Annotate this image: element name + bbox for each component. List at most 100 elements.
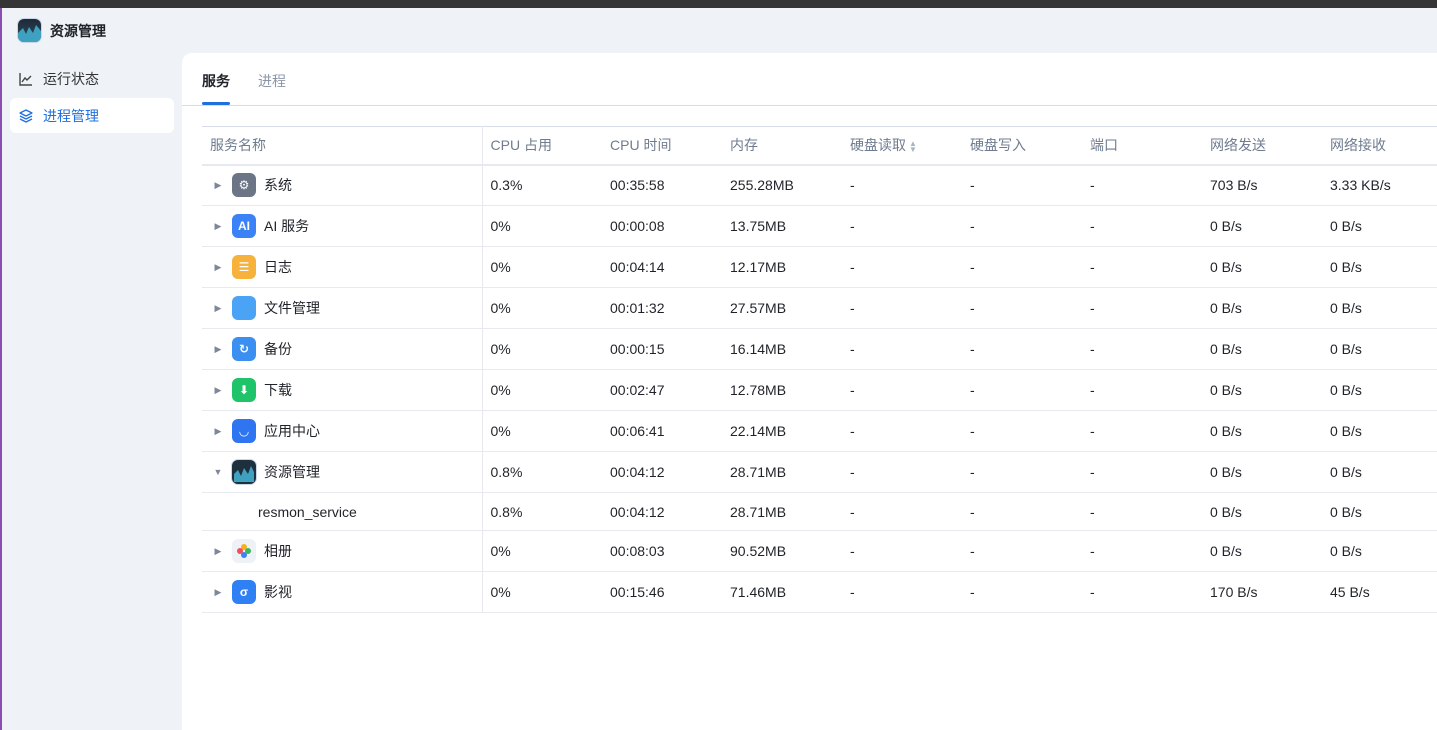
table-row[interactable]: ▶ ⚙ 系统 0.3% 00:35:58 255.28MB - - -703 B/s 3.33 K… (202, 164, 1437, 206)
table-row[interactable]: ▼ 资源管理 0.8% 00:04:12 28.71MB - - -0 B/s 0 B/s (202, 451, 1437, 493)
service-name: 备份 (264, 341, 292, 357)
service-name-cell: ▶ ⚙ 系统 (202, 164, 483, 206)
port-cell: - (1082, 571, 1202, 613)
expand-arrow-icon[interactable]: ▶ (208, 221, 228, 232)
app-title: 资源管理 (50, 22, 106, 39)
memory-cell: 13.75MB (722, 205, 842, 247)
net-send-cell: 170 B/s (1202, 571, 1322, 613)
column-header-disk-read[interactable]: 硬盘读取 ▲ ▼ (842, 126, 962, 166)
column-header-port[interactable]: 端口 (1082, 126, 1202, 166)
net-send-cell: 0 B/s (1202, 246, 1322, 288)
expand-arrow-icon[interactable]: ▶ (208, 426, 228, 437)
column-header-net-receive[interactable]: 网络接收 (1322, 126, 1437, 166)
column-label: 服务名称 (210, 137, 266, 154)
expand-arrow-icon[interactable]: ▶ (208, 587, 228, 598)
column-label: 硬盘读取 (850, 137, 906, 154)
table-row[interactable]: ▶ 文件管理 0% 00:01:32 27.57MB - - -0 B/s 0 B/s (202, 287, 1437, 329)
tab-bar: 服务 进程 (202, 53, 286, 105)
tab-services[interactable]: 服务 (202, 53, 230, 105)
cpu-usage-cell: 0% (482, 410, 602, 452)
sidebar: 运行状态 进程管理 (10, 61, 174, 135)
service-name-cell: ▶ ☰ 日志 (202, 246, 483, 288)
service-name: 下载 (264, 382, 292, 398)
collapse-arrow-icon[interactable]: ▼ (208, 467, 228, 477)
service-name: 系统 (264, 177, 292, 194)
service-name-cell: ▶ ◡ 应用中心 (202, 410, 483, 452)
table-row[interactable]: ▶ AI AI 服务 0% 00:00:08 13.75MB - - -0 B/s 0 B/s (202, 205, 1437, 247)
window-edge (0, 8, 2, 730)
column-label: 硬盘写入 (970, 137, 1026, 154)
table-row[interactable]: ▶ ⬇ 下载 0% 00:02:47 12.78MB - - -0 B/s 0 B/s (202, 369, 1437, 411)
memory-cell: 71.46MB (722, 571, 842, 613)
service-name-cell: ▶ σ 影视 (202, 571, 483, 613)
cpu-usage-cell: 0.3% (482, 164, 602, 206)
expand-arrow-icon[interactable]: ▶ (208, 546, 228, 557)
disk-write-cell: - (962, 369, 1082, 411)
sidebar-item-label: 进程管理 (43, 107, 99, 124)
cpu-time-cell: 00:08:03 (602, 530, 722, 572)
log-icon: ☰ (232, 255, 256, 279)
expand-arrow-icon[interactable]: ▶ (208, 385, 228, 396)
cpu-usage-cell: 0% (482, 571, 602, 613)
expand-arrow-icon[interactable]: ▶ (208, 303, 228, 314)
services-table: 服务名称 CPU 占用 CPU 时间 内存 硬盘读取 ▲ ▼ 硬盘写入 端口 网络发送 网络接收 ▶… (202, 126, 1437, 613)
net-send-cell: 0 B/s (1202, 369, 1322, 411)
table-row[interactable]: ▶ ↻ 备份 0% 00:00:15 16.14MB - - -0 B/s 0 B/s (202, 328, 1437, 370)
column-label: 网络发送 (1210, 137, 1266, 154)
port-cell: - (1082, 246, 1202, 288)
port-cell: - (1082, 164, 1202, 206)
net-receive-cell: 45 B/s (1322, 571, 1437, 613)
window-top-bar (0, 0, 1437, 8)
expand-arrow-icon[interactable]: ▶ (208, 344, 228, 355)
column-header-disk-write[interactable]: 硬盘写入 (962, 126, 1082, 166)
table-row[interactable]: ▶ σ 影视 0% 00:15:46 71.46MB - - -170 B/s 45 B/s (202, 571, 1437, 613)
sidebar-item-process-management[interactable]: 进程管理 (10, 98, 174, 133)
app-header: 资源管理 (18, 19, 106, 42)
disk-write-cell: - (962, 410, 1082, 452)
disk-read-cell: - (842, 492, 962, 531)
tab-processes[interactable]: 进程 (258, 53, 286, 105)
column-header-cpu-time[interactable]: CPU 时间 (602, 126, 722, 166)
column-header-memory[interactable]: 内存 (722, 126, 842, 166)
disk-write-cell: - (962, 492, 1082, 531)
sidebar-item-status[interactable]: 运行状态 (10, 61, 174, 96)
service-name-cell: ▼ 资源管理 (202, 451, 483, 493)
disk-write-cell: - (962, 571, 1082, 613)
disk-read-cell: - (842, 287, 962, 329)
disk-write-cell: - (962, 205, 1082, 247)
column-label: 内存 (730, 137, 758, 154)
column-header-cpu-usage[interactable]: CPU 占用 (482, 126, 602, 166)
column-label: CPU 占用 (490, 137, 552, 154)
cpu-time-cell: 00:35:58 (602, 164, 722, 206)
expand-arrow-icon[interactable]: ▶ (208, 180, 228, 191)
table-row[interactable]: ▶ ☰ 日志 0% 00:04:14 12.17MB - - -0 B/s 0 B/s (202, 246, 1437, 288)
store-icon: ◡ (232, 419, 256, 443)
memory-cell: 12.78MB (722, 369, 842, 411)
cpu-time-cell: 00:04:14 (602, 246, 722, 288)
cpu-time-cell: 00:04:12 (602, 492, 722, 531)
main-panel: 服务 进程 服务名称 CPU 占用 CPU 时间 内存 硬盘读取 ▲ ▼ 硬盘写入 端口 网络发送… (182, 53, 1437, 730)
service-name: 资源管理 (264, 464, 320, 480)
service-name-cell: ▶ 文件管理 (202, 287, 483, 329)
net-send-cell: 703 B/s (1202, 164, 1322, 206)
service-name: resmon_service (258, 503, 357, 520)
disk-read-cell: - (842, 205, 962, 247)
disk-read-cell: - (842, 571, 962, 613)
service-name-cell: ▶ ↻ 备份 (202, 328, 483, 370)
table-row[interactable]: resmon_service 0.8% 00:04:12 28.71MB - - -0 B/… (202, 492, 1437, 531)
cpu-usage-cell: 0% (482, 287, 602, 329)
table-row[interactable]: ▶ ◡ 应用中心 0% 00:06:41 22.14MB - - -0 B/s 0 B/s (202, 410, 1437, 452)
column-header-service-name[interactable]: 服务名称 (202, 126, 483, 166)
sort-icon[interactable]: ▲ ▼ (909, 139, 917, 153)
column-header-net-send[interactable]: 网络发送 (1202, 126, 1322, 166)
disk-write-cell: - (962, 164, 1082, 206)
memory-cell: 27.57MB (722, 287, 842, 329)
expand-arrow-icon[interactable]: ▶ (208, 262, 228, 273)
disk-write-cell: - (962, 451, 1082, 493)
disk-read-cell: - (842, 369, 962, 411)
net-receive-cell: 0 B/s (1322, 246, 1437, 288)
cpu-usage-cell: 0% (482, 369, 602, 411)
table-row[interactable]: ▶ 相册 0% 00:08:03 90.52MB - - -0 B/s 0 B/s (202, 530, 1437, 572)
net-send-cell: 0 B/s (1202, 451, 1322, 493)
cpu-usage-cell: 0% (482, 246, 602, 288)
